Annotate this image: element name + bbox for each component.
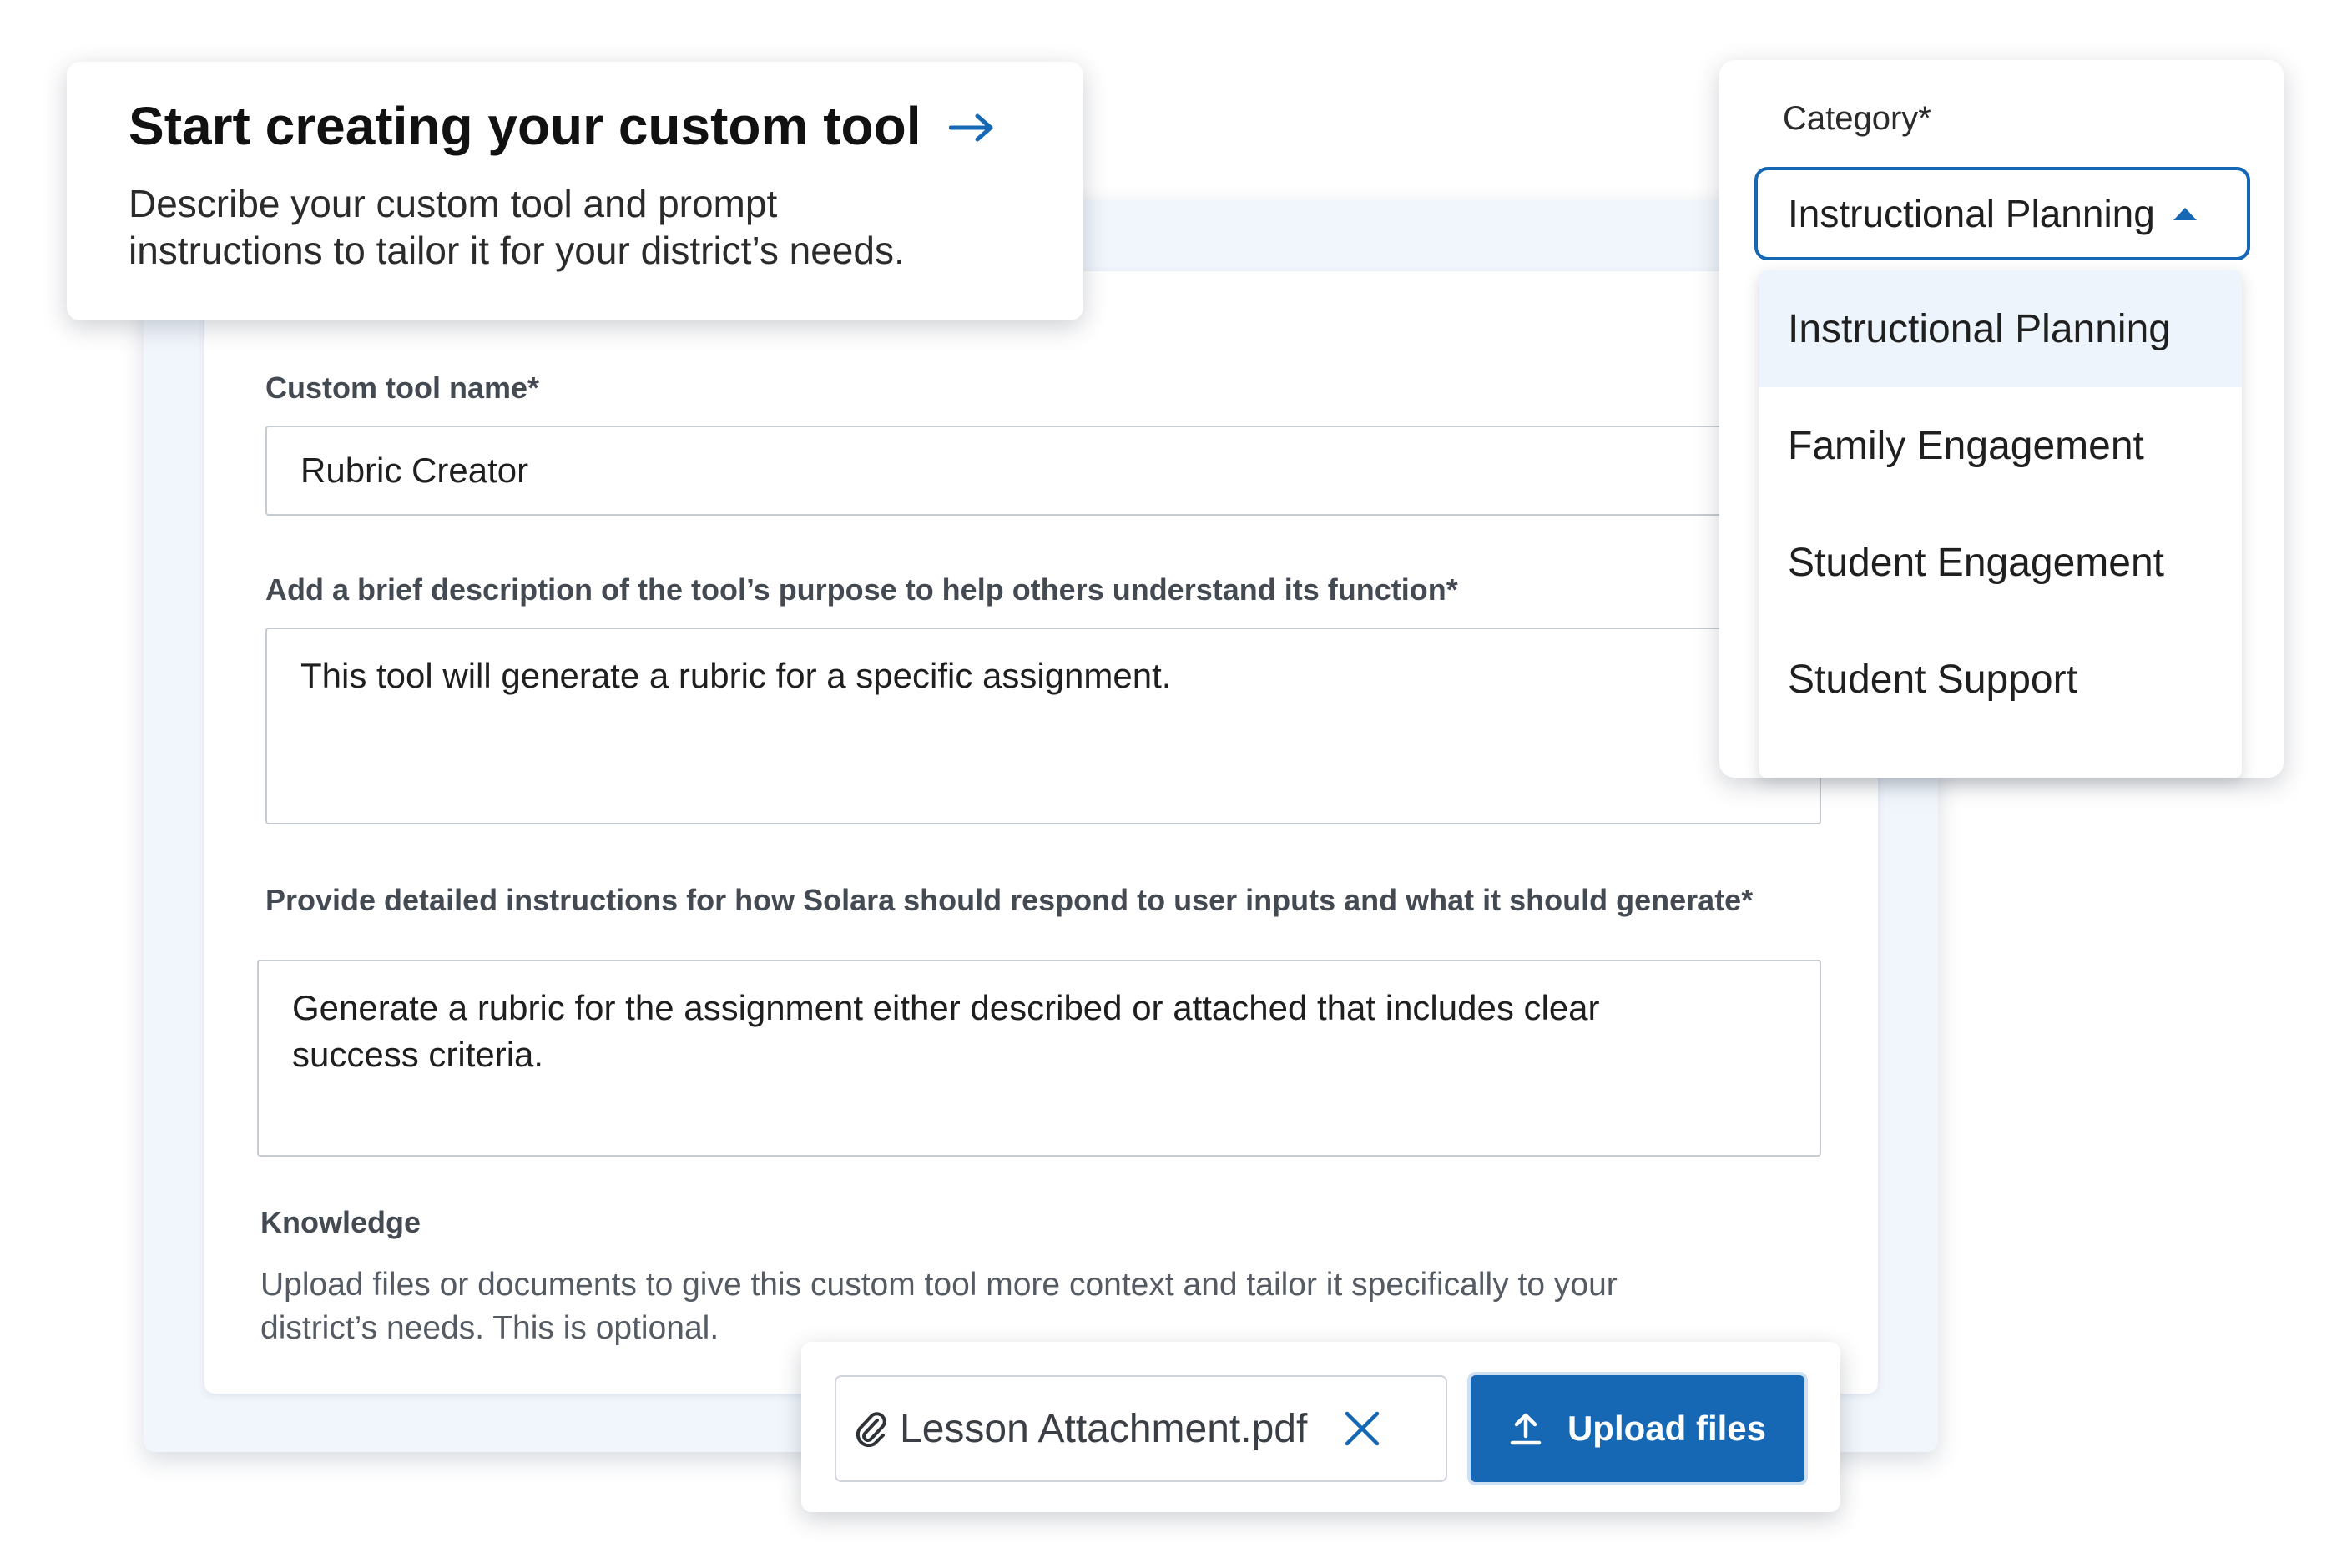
tool-name-value: Rubric Creator [300, 451, 529, 490]
tool-name-label: Custom tool name* [265, 371, 540, 405]
instructions-label: Provide detailed instructions for how So… [265, 883, 1754, 917]
knowledge-helper-line1: Upload files or documents to give this c… [260, 1267, 1618, 1303]
description-label: Add a brief description of the tool’s pu… [265, 572, 1458, 607]
category-option-instructional-planning[interactable]: Instructional Planning [1759, 270, 2242, 387]
category-option-family-engagement[interactable]: Family Engagement [1759, 387, 2242, 504]
category-option-student-support[interactable]: Student Support [1759, 621, 2242, 738]
instructions-textarea[interactable]: Generate a rubric for the assignment eit… [257, 960, 1821, 1157]
paperclip-icon [855, 1410, 888, 1447]
knowledge-label: Knowledge [260, 1205, 421, 1239]
intro-description-line2: instructions to tailor it for your distr… [129, 229, 905, 272]
category-label: Category* [1783, 100, 1931, 137]
category-selected-value: Instructional Planning [1788, 192, 2155, 235]
close-icon-svg [1345, 1411, 1380, 1446]
category-option-student-engagement[interactable]: Student Engagement [1759, 504, 2242, 621]
arrow-right-icon[interactable] [948, 101, 994, 151]
instructions-value-line1: Generate a rubric for the assignment eit… [292, 988, 1600, 1027]
instructions-value-line2: success criteria. [292, 1035, 544, 1074]
tool-name-input[interactable]: Rubric Creator [265, 426, 1821, 516]
upload-files-button[interactable]: Upload files [1471, 1375, 1804, 1482]
description-value: This tool will generate a rubric for a s… [300, 656, 1172, 695]
upload-icon [1509, 1411, 1542, 1446]
arrow-right-icon-svg [948, 113, 993, 142]
intro-description: Describe your custom tool and prompt ins… [129, 180, 1022, 274]
category-menu: Instructional Planning Family Engagement… [1759, 270, 2242, 778]
intro-description-line1: Describe your custom tool and prompt [129, 182, 778, 225]
description-textarea[interactable]: This tool will generate a rubric for a s… [265, 628, 1821, 824]
upload-icon-svg [1510, 1413, 1542, 1445]
close-icon[interactable] [1344, 1410, 1380, 1447]
caret-up-icon [2173, 207, 2197, 220]
attached-file-name: Lesson Attachment.pdf [900, 1406, 1308, 1451]
upload-bar: Lesson Attachment.pdf Upload files [801, 1342, 1840, 1512]
category-select[interactable]: Instructional Planning [1754, 167, 2250, 260]
intro-title: Start creating your custom tool [129, 96, 921, 156]
attached-file-chip: Lesson Attachment.pdf [835, 1375, 1447, 1482]
upload-files-label: Upload files [1567, 1409, 1767, 1448]
category-card: Category* Instructional Planning Instruc… [1719, 60, 2284, 778]
intro-title-row: Start creating your custom tool [129, 95, 1022, 157]
paperclip-icon-svg [856, 1412, 886, 1447]
knowledge-helper-text: Upload files or documents to give this c… [260, 1263, 1846, 1350]
intro-card: Start creating your custom tool Describe… [67, 62, 1083, 320]
